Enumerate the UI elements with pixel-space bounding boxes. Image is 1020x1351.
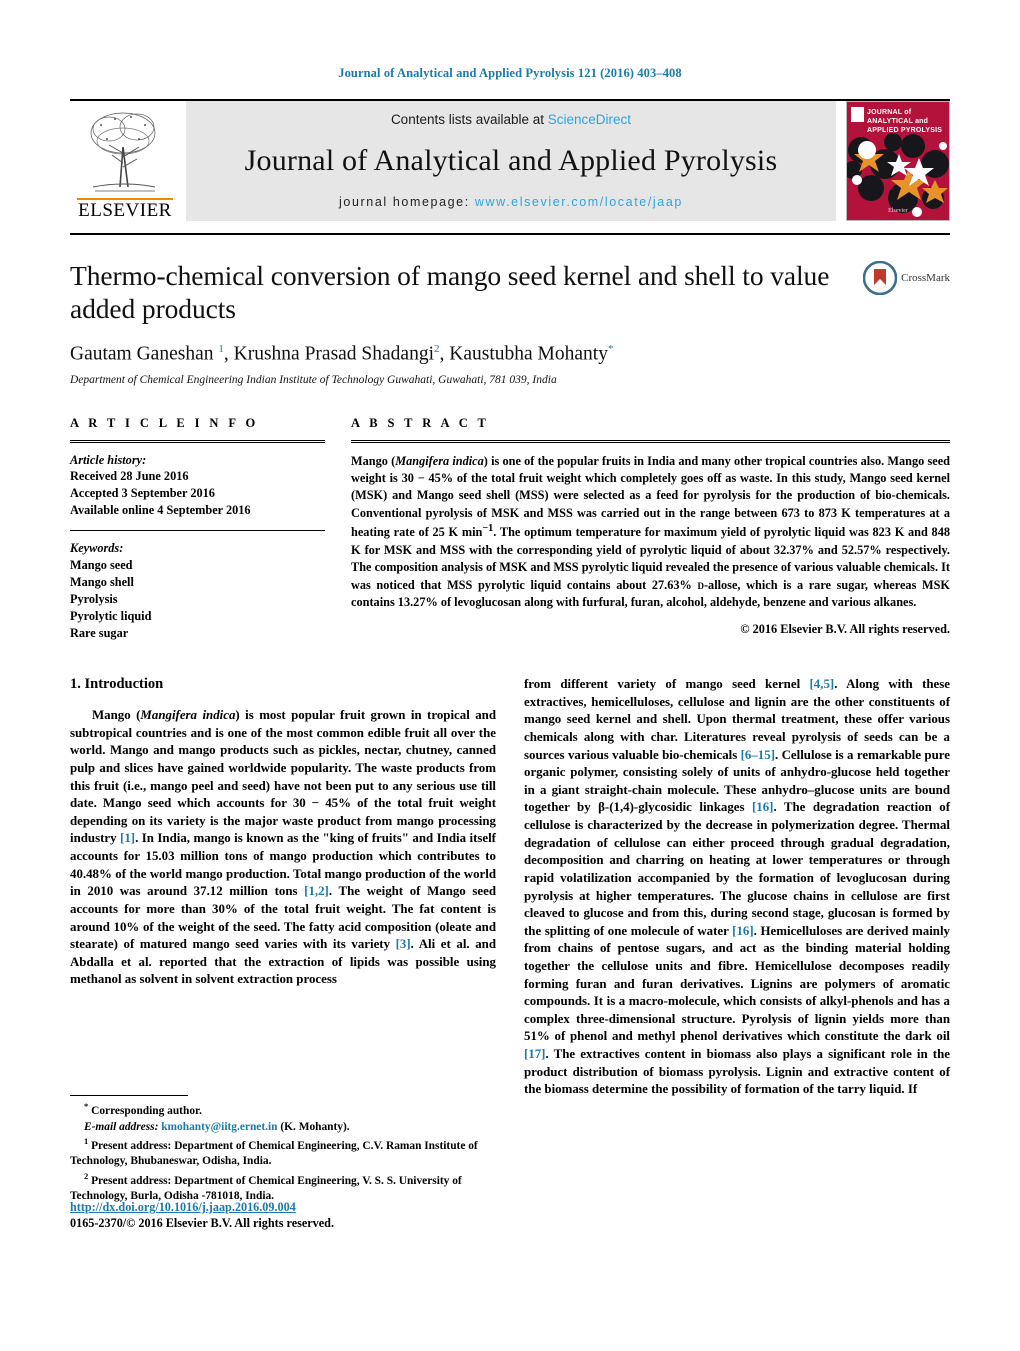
journal-title: Journal of Analytical and Applied Pyroly… [244, 144, 778, 177]
journal-homepage-line: journal homepage: www.elsevier.com/locat… [339, 195, 683, 209]
cover-publisher-mark: Elsevier [888, 208, 908, 214]
contents-available-line: Contents lists available at ScienceDirec… [391, 112, 631, 127]
title-block: Thermo-chemical conversion of mango seed… [70, 259, 950, 386]
homepage-prefix: journal homepage: [339, 195, 475, 209]
doi-block: http://dx.doi.org/10.1016/j.jaap.2016.09… [70, 1200, 510, 1231]
section-heading-introduction: 1. Introduction [70, 676, 164, 693]
abstract-text: Mango (Mangifera indica) is one of the p… [351, 453, 950, 610]
crossmark-icon [863, 261, 898, 295]
cover-title-line2: ANALYTICAL and [867, 117, 929, 125]
page-title: Thermo-chemical conversion of mango seed… [70, 260, 830, 324]
elsevier-tree-icon [90, 112, 156, 192]
issn-copyright-line: 0165-2370/© 2016 Elsevier B.V. All right… [70, 1216, 335, 1230]
keywords-group: Keywords: Mango seed Mango shell Pyrolys… [70, 540, 325, 642]
article-history-group: Article history: Received 28 June 2016 A… [70, 452, 325, 520]
footnote-rule [70, 1095, 188, 1096]
body-columns: 1. Introduction Mango (Mangifera indica)… [70, 676, 950, 1099]
cover-elsevier-mark [851, 107, 864, 122]
keywords-label: Keywords: [70, 541, 124, 556]
footnote-email[interactable]: E-mail address: kmohanty@iitg.ernet.in (… [70, 1120, 502, 1135]
paper-page: Journal of Analytical and Applied Pyroly… [0, 0, 1020, 1351]
intro-paragraph-left: Mango (Mangifera indica) is most popular… [70, 708, 497, 987]
crossmark-badge[interactable]: CrossMark [863, 261, 950, 295]
author-list: Gautam Ganeshan 1, Krushna Prasad Shadan… [70, 343, 614, 365]
keyword-item: Pyrolysis [70, 592, 118, 607]
affiliation: Department of Chemical Engineering India… [70, 373, 557, 386]
cover-title: JOURNAL of ANALYTICAL and APPLIED PYROLY… [867, 109, 945, 135]
body-column-right: from different variety of mango seed ker… [524, 676, 950, 1099]
history-item: Received 28 June 2016 [70, 469, 189, 484]
elsevier-wordmark: ELSEVIER [77, 198, 173, 222]
footnote-corresponding-author: * Corresponding author. [84, 1101, 202, 1117]
running-head: Journal of Analytical and Applied Pyroly… [338, 66, 682, 80]
cover-title-line1: JOURNAL of [867, 109, 912, 116]
keyword-item: Mango seed [70, 558, 133, 573]
masthead-bottom-rule [70, 233, 950, 235]
elsevier-logo: ELSEVIER [70, 101, 180, 221]
keyword-item: Pyrolytic liquid [70, 609, 152, 624]
journal-cover-thumbnail: JOURNAL of ANALYTICAL and APPLIED PYROLY… [846, 101, 950, 221]
abstract-rule [351, 439, 950, 443]
article-info-heading: A R T I C L E I N F O [70, 415, 259, 430]
body-column-left: 1. Introduction Mango (Mangifera indica)… [70, 676, 496, 1099]
history-item: Accepted 3 September 2016 [70, 486, 215, 501]
footnote-present-address-1: 1 Present address: Department of Chemica… [70, 1136, 478, 1168]
contents-prefix: Contents lists available at [390, 112, 548, 127]
keyword-item: Mango shell [70, 575, 134, 590]
article-info-column: A R T I C L E I N F O Article history: R… [70, 416, 325, 643]
abstract-column: A B S T R A C T Mango (Mangifera indica)… [351, 416, 950, 643]
sciencedirect-link[interactable]: ScienceDirect [548, 112, 631, 127]
keyword-item: Rare sugar [70, 626, 129, 641]
doi-link[interactable]: http://dx.doi.org/10.1016/j.jaap.2016.09… [70, 1200, 510, 1215]
homepage-url-link[interactable]: www.elsevier.com/locate/jaap [475, 195, 683, 209]
journal-masthead: ELSEVIER Contents lists available at Sci… [70, 99, 950, 221]
keywords-rule [70, 530, 325, 532]
article-history-label: Article history: [70, 452, 147, 467]
abstract-copyright: © 2016 Elsevier B.V. All rights reserved… [740, 621, 950, 636]
masthead-center: Contents lists available at ScienceDirec… [186, 101, 836, 221]
cover-title-line3: APPLIED PYROLYSIS [867, 126, 943, 134]
intro-paragraph-right: from different variety of mango seed ker… [524, 677, 950, 1097]
crossmark-label: CrossMark [901, 272, 950, 284]
article-info-rule [70, 439, 325, 443]
footnotes-block: * Corresponding author. E-mail address: … [70, 1095, 502, 1205]
abstract-heading: A B S T R A C T [351, 415, 490, 430]
history-item: Available online 4 September 2016 [70, 503, 251, 518]
info-abstract-row: A R T I C L E I N F O Article history: R… [70, 416, 950, 643]
